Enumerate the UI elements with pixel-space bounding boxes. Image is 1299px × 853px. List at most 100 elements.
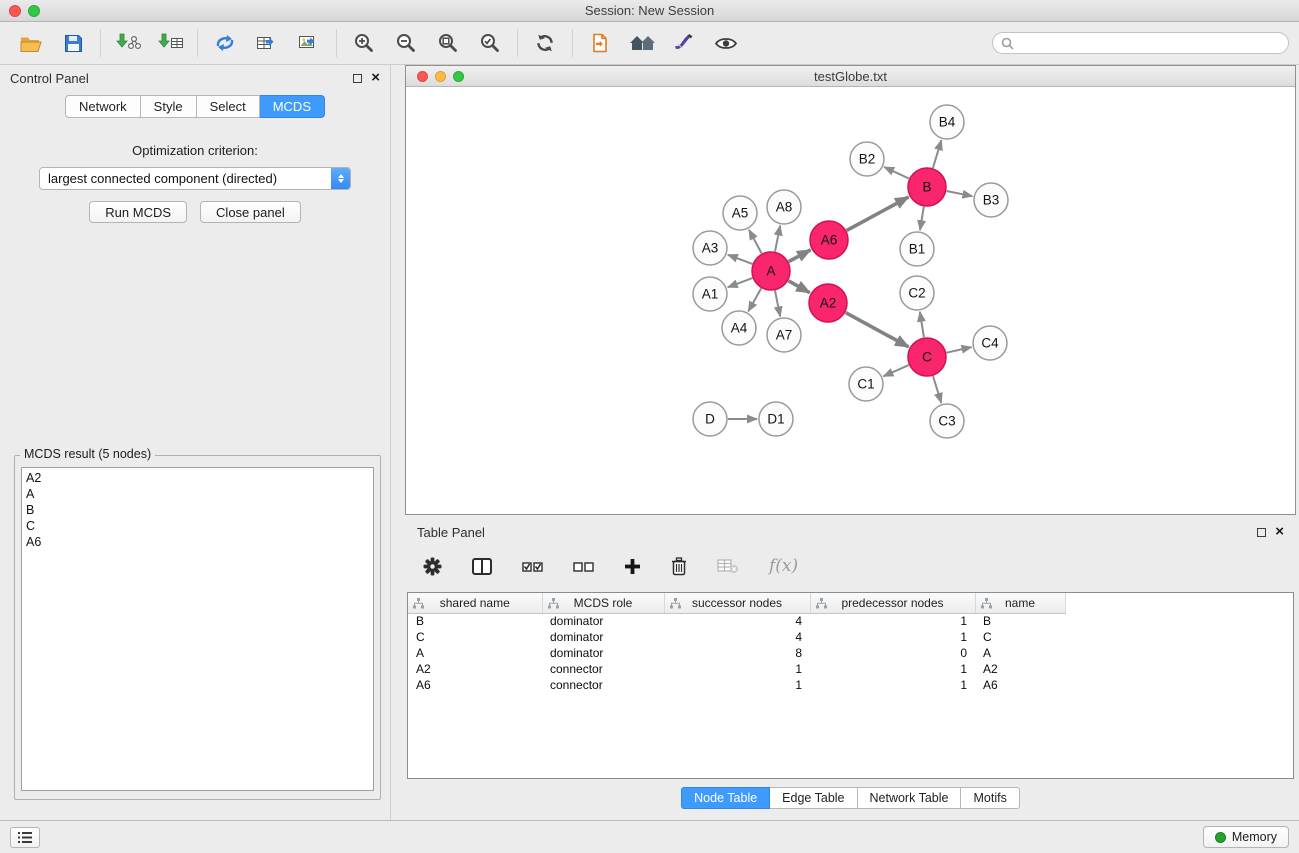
node-A2[interactable]: A2 <box>809 284 847 322</box>
table-cell[interactable]: B <box>408 613 542 629</box>
tab-select[interactable]: Select <box>197 95 260 118</box>
table-cell[interactable]: connector <box>542 661 664 677</box>
result-item[interactable]: A <box>26 486 373 502</box>
edge-A-A8[interactable] <box>775 226 780 252</box>
open-session-file-button[interactable] <box>579 26 621 60</box>
node-B2[interactable]: B2 <box>850 142 884 176</box>
edge-A-A5[interactable] <box>749 230 762 254</box>
node-A5[interactable]: A5 <box>723 196 757 230</box>
node-A[interactable]: A <box>752 252 790 290</box>
table-cell[interactable]: A <box>975 645 1065 661</box>
export-network-button[interactable] <box>204 26 246 60</box>
table-cell[interactable]: A6 <box>975 677 1065 693</box>
table-cell[interactable]: 4 <box>664 629 810 645</box>
table-cell[interactable]: A6 <box>408 677 542 693</box>
table-row[interactable]: A2connector11A2 <box>408 661 1065 677</box>
table-cell[interactable]: 4 <box>664 613 810 629</box>
close-table-panel-icon[interactable]: × <box>1275 527 1284 537</box>
column-header-MCDS-role[interactable]: MCDS role <box>542 593 664 613</box>
table-cell[interactable]: C <box>408 629 542 645</box>
table-row[interactable]: Adominator80A <box>408 645 1065 661</box>
column-header-successor-nodes[interactable]: successor nodes <box>664 593 810 613</box>
table-cell[interactable]: connector <box>542 677 664 693</box>
table-cell[interactable]: 1 <box>664 661 810 677</box>
import-table-button[interactable] <box>149 26 191 60</box>
table-cell[interactable]: 1 <box>810 629 975 645</box>
node-A3[interactable]: A3 <box>693 231 727 265</box>
node-table[interactable]: shared nameMCDS rolesuccessor nodesprede… <box>407 592 1294 779</box>
zoom-out-button[interactable] <box>385 26 427 60</box>
edge-A-A4[interactable] <box>748 288 761 311</box>
node-C3[interactable]: C3 <box>930 404 964 438</box>
result-item[interactable]: C <box>26 518 373 534</box>
home-button[interactable] <box>621 26 663 60</box>
network-svg[interactable]: B4B2BB3A8A5A6B1A3AA1C2A2A4A7C4CC1C3DD1 <box>406 88 1295 515</box>
edge-C-C4[interactable] <box>947 347 972 353</box>
edge-B-B3[interactable] <box>947 191 973 196</box>
node-C2[interactable]: C2 <box>900 276 934 310</box>
table-cell[interactable]: 1 <box>664 677 810 693</box>
node-C[interactable]: C <box>908 338 946 376</box>
node-A1[interactable]: A1 <box>693 277 727 311</box>
table-settings-button[interactable] <box>423 557 442 576</box>
zoom-fit-button[interactable] <box>427 26 469 60</box>
run-mcds-button[interactable]: Run MCDS <box>89 201 187 223</box>
zoom-in-button[interactable] <box>343 26 385 60</box>
import-network-button[interactable] <box>107 26 149 60</box>
zoom-window-button[interactable] <box>28 5 40 17</box>
table-cell[interactable]: dominator <box>542 645 664 661</box>
close-panel-icon[interactable]: × <box>371 73 380 83</box>
node-B3[interactable]: B3 <box>974 183 1008 217</box>
node-A4[interactable]: A4 <box>722 311 756 345</box>
search-box[interactable] <box>992 32 1289 54</box>
result-item[interactable]: A6 <box>26 534 373 550</box>
table-cell[interactable]: 8 <box>664 645 810 661</box>
export-image-button[interactable] <box>288 26 330 60</box>
table-row[interactable]: A6connector11A6 <box>408 677 1065 693</box>
node-A8[interactable]: A8 <box>767 190 801 224</box>
deselect-all-button[interactable] <box>573 559 594 574</box>
network-canvas[interactable]: B4B2BB3A8A5A6B1A3AA1C2A2A4A7C4CC1C3DD1 <box>406 88 1295 514</box>
table-cell[interactable]: 1 <box>810 677 975 693</box>
memory-button[interactable]: Memory <box>1203 826 1289 848</box>
edge-A-A6[interactable] <box>789 250 811 262</box>
tab-style[interactable]: Style <box>141 95 197 118</box>
close-window-button[interactable] <box>9 5 21 17</box>
search-input[interactable] <box>1019 36 1280 50</box>
tab-network[interactable]: Network <box>65 95 141 118</box>
open-button[interactable] <box>10 26 52 60</box>
edge-A2-C[interactable] <box>846 313 909 347</box>
tab-node-table[interactable]: Node Table <box>681 787 770 809</box>
table-cell[interactable]: dominator <box>542 629 664 645</box>
table-cell[interactable]: B <box>975 613 1065 629</box>
table-cell[interactable]: dominator <box>542 613 664 629</box>
function-builder-button[interactable]: f(x) <box>769 556 798 576</box>
close-panel-button[interactable]: Close panel <box>200 201 301 223</box>
apply-style-button[interactable] <box>663 26 705 60</box>
edge-A-A1[interactable] <box>728 278 753 287</box>
node-B[interactable]: B <box>908 168 946 206</box>
node-D[interactable]: D <box>693 402 727 436</box>
table-row[interactable]: Cdominator41C <box>408 629 1065 645</box>
refresh-button[interactable] <box>524 26 566 60</box>
delete-table-button[interactable] <box>717 558 739 574</box>
tab-edge-table[interactable]: Edge Table <box>770 787 857 809</box>
show-hide-button[interactable] <box>705 26 747 60</box>
edge-C-C2[interactable] <box>920 312 924 337</box>
result-item[interactable]: B <box>26 502 373 518</box>
edge-C-C3[interactable] <box>933 376 941 403</box>
mcds-result-list[interactable]: A2ABCA6 <box>21 467 374 791</box>
node-B1[interactable]: B1 <box>900 232 934 266</box>
node-C1[interactable]: C1 <box>849 367 883 401</box>
zoom-network-button[interactable] <box>453 71 464 82</box>
column-header-name[interactable]: name <box>975 593 1065 613</box>
float-table-panel-icon[interactable] <box>1257 528 1266 537</box>
table-cell[interactable]: 1 <box>810 661 975 677</box>
zoom-selected-button[interactable] <box>469 26 511 60</box>
table-cell[interactable]: 1 <box>810 613 975 629</box>
tab-mcds[interactable]: MCDS <box>260 95 325 118</box>
edge-B-B4[interactable] <box>933 140 942 168</box>
table-cell[interactable]: A2 <box>975 661 1065 677</box>
table-cell[interactable]: A2 <box>408 661 542 677</box>
edge-A6-B[interactable] <box>847 197 909 231</box>
